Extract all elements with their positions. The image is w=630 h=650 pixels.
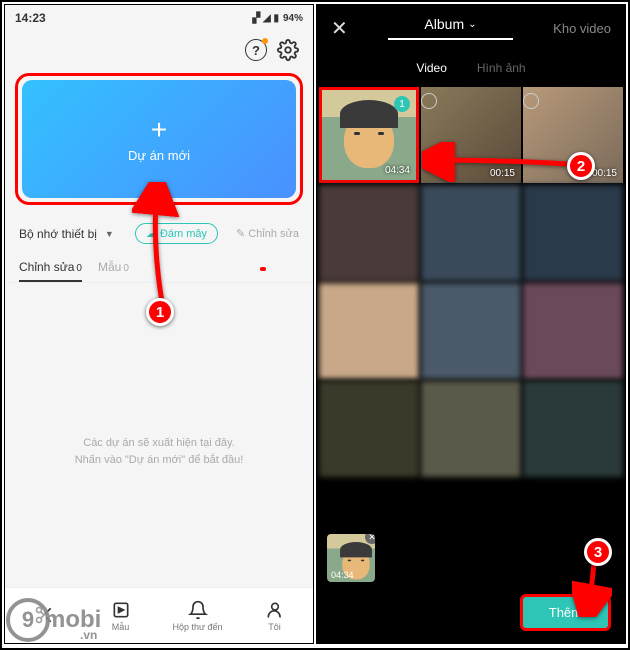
caret-down-icon[interactable]: ▼ (105, 229, 114, 239)
nav-me[interactable]: Tôi (236, 588, 313, 643)
tab-image[interactable]: Hình ảnh (477, 61, 526, 75)
status-time: 14:23 (15, 11, 46, 25)
nav-inbox[interactable]: Hộp thư đến (159, 588, 236, 643)
video-thumb[interactable] (523, 381, 623, 477)
video-thumb[interactable] (523, 283, 623, 379)
duration: 00:15 (592, 168, 617, 179)
watermark-domain: .vn (80, 628, 97, 642)
edit-link[interactable]: ✎ Chỉnh sửa (236, 227, 299, 240)
watermark: 9 mobi .vn (6, 598, 101, 642)
album-dropdown[interactable]: Album ⌄ (388, 16, 513, 40)
step-badge-2: 2 (567, 152, 595, 180)
tab-edit[interactable]: Chỉnh sửa0 (19, 254, 82, 282)
tray-duration: 04:34 (331, 570, 354, 580)
chevron-down-icon: ⌄ (468, 19, 476, 30)
duration: 04:34 (385, 165, 410, 176)
tray-thumb[interactable]: ✕ 04:34 (327, 534, 375, 582)
arrow-2 (422, 142, 572, 182)
empty-line1: Các dự án sẽ xuất hiện tại đây. (5, 435, 313, 452)
step-badge-3: 3 (584, 538, 612, 566)
media-type-tabs: Video Hình ảnh (317, 51, 625, 85)
user-icon (265, 600, 285, 620)
selection-circle (421, 93, 437, 109)
remove-icon[interactable]: ✕ (365, 534, 375, 544)
top-bar: ? (5, 31, 313, 69)
video-thumb[interactable] (319, 381, 419, 477)
video-thumb[interactable] (319, 185, 419, 281)
close-icon[interactable]: ✕ (331, 16, 348, 41)
selection-circle (523, 93, 539, 109)
template-icon (111, 600, 131, 620)
video-thumb-selected[interactable]: 1 04:34 (319, 87, 419, 183)
cartoon-face (344, 112, 394, 168)
phone-right: ✕ Album ⌄ Kho video Video Hình ảnh 1 04:… (316, 4, 626, 644)
plus-icon: + (151, 116, 167, 144)
new-project-button[interactable]: + Dự án mới (22, 80, 296, 198)
signal-icon: ▞ ◢ ▮ (253, 13, 279, 24)
tab-video[interactable]: Video (416, 61, 446, 75)
video-thumb[interactable] (421, 283, 521, 379)
bell-icon (188, 600, 208, 620)
status-bar: 14:23 ▞ ◢ ▮ 94% (5, 5, 313, 31)
new-project-label: Dự án mới (128, 148, 190, 163)
step-badge-1: 1 (146, 298, 174, 326)
kho-video-tab[interactable]: Kho video (553, 21, 611, 36)
video-thumb[interactable] (523, 185, 623, 281)
pencil-icon: ✎ (236, 227, 245, 240)
tab-template[interactable]: Mẫu0 (98, 254, 129, 282)
video-thumb[interactable] (319, 283, 419, 379)
storage-label[interactable]: Bộ nhớ thiết bị (19, 227, 97, 241)
red-dot (260, 267, 266, 271)
help-icon[interactable]: ? (245, 39, 267, 61)
picker-topbar: ✕ Album ⌄ Kho video (317, 5, 625, 51)
battery-text: 94% (283, 13, 303, 24)
empty-state: Các dự án sẽ xuất hiện tại đây. Nhấn vào… (5, 435, 313, 468)
video-thumb[interactable] (421, 381, 521, 477)
empty-line2: Nhấn vào "Dự án mới" để bắt đầu! (5, 452, 313, 469)
selection-badge: 1 (394, 96, 410, 112)
arrow-1 (132, 182, 192, 312)
settings-icon[interactable] (277, 39, 299, 61)
arrow-3 (572, 557, 612, 617)
video-thumb[interactable] (421, 185, 521, 281)
status-icons: ▞ ◢ ▮ 94% (253, 13, 303, 24)
edit-label: Chỉnh sửa (248, 228, 299, 240)
